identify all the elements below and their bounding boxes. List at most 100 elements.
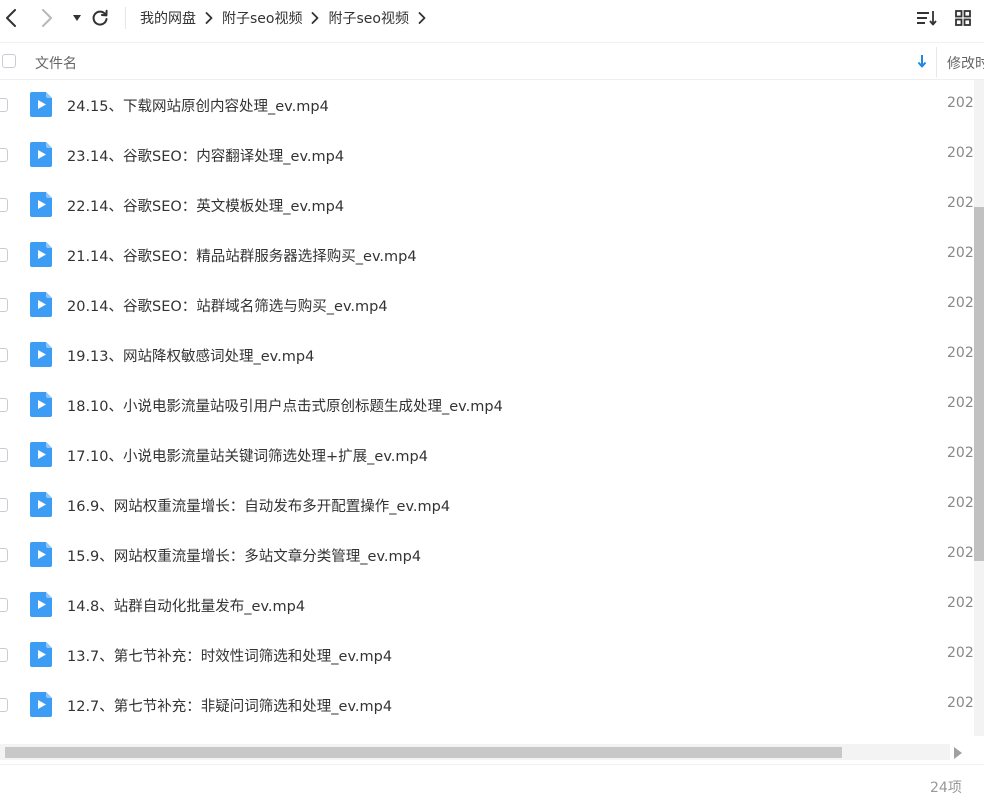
row-checkbox[interactable] bbox=[0, 348, 8, 362]
file-modified-date: 202 bbox=[947, 145, 974, 161]
file-modified-date: 202 bbox=[947, 645, 974, 661]
horizontal-scrollbar-thumb[interactable] bbox=[5, 747, 842, 758]
back-button[interactable] bbox=[0, 0, 22, 36]
file-name[interactable]: 12.7、第七节补充：非疑问词筛选和处理_ev.mp4 bbox=[67, 695, 392, 716]
file-name[interactable]: 19.13、网站降权敏感词处理_ev.mp4 bbox=[67, 345, 314, 366]
row-checkbox[interactable] bbox=[0, 298, 8, 312]
file-list: 24.15、下载网站原创内容处理_ev.mp4 202 23.14、谷歌SEO：内容… bbox=[0, 80, 974, 740]
file-row[interactable]: 21.14、谷歌SEO：精品站群服务器选择购买_ev.mp4 202 bbox=[0, 230, 974, 280]
file-name[interactable]: 24.15、下载网站原创内容处理_ev.mp4 bbox=[67, 95, 329, 116]
horizontal-scrollbar[interactable] bbox=[0, 744, 950, 760]
sort-list-icon bbox=[917, 11, 937, 26]
refresh-button[interactable] bbox=[90, 0, 110, 36]
file-modified-date: 202 bbox=[947, 545, 974, 561]
column-header-name[interactable]: 文件名 bbox=[35, 53, 77, 73]
column-header-modified[interactable]: 修改时 bbox=[947, 53, 984, 73]
file-row[interactable]: 16.9、网站权重流量增长：自动发布多开配置操作_ev.mp4 202 bbox=[0, 480, 974, 530]
file-modified-date: 202 bbox=[947, 295, 974, 311]
video-file-icon bbox=[30, 292, 52, 321]
vertical-scrollbar-thumb[interactable] bbox=[974, 206, 984, 561]
row-checkbox[interactable] bbox=[0, 148, 8, 162]
row-checkbox[interactable] bbox=[0, 398, 8, 412]
view-controls bbox=[914, 0, 976, 36]
file-name[interactable]: 18.10、小说电影流量站吸引用户点击式原创标题生成处理_ev.mp4 bbox=[67, 395, 503, 416]
file-name[interactable]: 16.9、网站权重流量增长：自动发布多开配置操作_ev.mp4 bbox=[67, 495, 450, 516]
refresh-icon bbox=[92, 9, 108, 26]
file-row[interactable]: 17.10、小说电影流量站关键词筛选处理+扩展_ev.mp4 202 bbox=[0, 430, 974, 480]
history-dropdown-button[interactable] bbox=[70, 0, 84, 36]
row-checkbox[interactable] bbox=[0, 648, 8, 662]
file-name[interactable]: 13.7、第七节补充：时效性词筛选和处理_ev.mp4 bbox=[67, 645, 392, 666]
file-row[interactable]: 14.8、站群自动化批量发布_ev.mp4 202 bbox=[0, 580, 974, 630]
file-name[interactable]: 22.14、谷歌SEO：英文模板处理_ev.mp4 bbox=[67, 195, 344, 216]
grid-view-icon bbox=[955, 10, 971, 26]
forward-button[interactable] bbox=[36, 0, 58, 36]
file-name[interactable]: 20.14、谷歌SEO：站群域名筛选与购买_ev.mp4 bbox=[67, 295, 388, 316]
row-checkbox[interactable] bbox=[0, 598, 8, 612]
video-file-icon bbox=[30, 242, 52, 271]
video-file-icon bbox=[30, 392, 52, 421]
file-modified-date: 202 bbox=[947, 595, 974, 611]
sort-descending-icon[interactable] bbox=[917, 54, 927, 68]
grid-view-button[interactable] bbox=[950, 0, 976, 36]
vertical-scrollbar[interactable] bbox=[974, 80, 984, 736]
select-all-checkbox[interactable] bbox=[2, 54, 16, 68]
file-row[interactable]: 18.10、小说电影流量站吸引用户点击式原创标题生成处理_ev.mp4 202 bbox=[0, 380, 974, 430]
sort-options-button[interactable] bbox=[914, 0, 940, 36]
file-name[interactable]: 17.10、小说电影流量站关键词筛选处理+扩展_ev.mp4 bbox=[67, 445, 428, 466]
file-modified-date: 202 bbox=[947, 345, 974, 361]
chevron-left-icon bbox=[6, 9, 16, 27]
file-row[interactable]: 19.13、网站降权敏感词处理_ev.mp4 202 bbox=[0, 330, 974, 380]
file-row[interactable]: 24.15、下载网站原创内容处理_ev.mp4 202 bbox=[0, 80, 974, 130]
breadcrumb-item-root[interactable]: 我的网盘 bbox=[140, 8, 196, 28]
row-checkbox[interactable] bbox=[0, 698, 8, 712]
column-divider[interactable] bbox=[936, 47, 937, 77]
file-modified-date: 202 bbox=[947, 195, 974, 211]
caret-down-icon bbox=[73, 15, 81, 21]
video-file-icon bbox=[30, 92, 52, 121]
toolbar-divider bbox=[125, 7, 126, 29]
file-name[interactable]: 21.14、谷歌SEO：精品站群服务器选择购买_ev.mp4 bbox=[67, 245, 417, 266]
file-row[interactable]: 22.14、谷歌SEO：英文模板处理_ev.mp4 202 bbox=[0, 180, 974, 230]
row-checkbox[interactable] bbox=[0, 448, 8, 462]
file-modified-date: 202 bbox=[947, 245, 974, 261]
breadcrumb-item-folder[interactable]: 附子seo视频 bbox=[222, 8, 302, 28]
file-row[interactable]: 23.14、谷歌SEO：内容翻译处理_ev.mp4 202 bbox=[0, 130, 974, 180]
row-checkbox[interactable] bbox=[0, 98, 8, 112]
video-file-icon bbox=[30, 342, 52, 371]
file-modified-date: 202 bbox=[947, 95, 974, 111]
file-modified-date: 202 bbox=[947, 395, 974, 411]
scroll-right-arrow-icon[interactable] bbox=[953, 746, 963, 760]
file-name[interactable]: 14.8、站群自动化批量发布_ev.mp4 bbox=[67, 595, 305, 616]
file-row[interactable]: 15.9、网站权重流量增长：多站文章分类管理_ev.mp4 202 bbox=[0, 530, 974, 580]
video-file-icon bbox=[30, 142, 52, 171]
video-file-icon bbox=[30, 642, 52, 671]
file-browser-window: 我的网盘 附子seo视频 附子seo视频 文件名 修改时 24.15、下载网站原… bbox=[0, 0, 984, 803]
file-name[interactable]: 15.9、网站权重流量增长：多站文章分类管理_ev.mp4 bbox=[67, 545, 421, 566]
video-file-icon bbox=[30, 542, 52, 571]
list-header: 文件名 修改时 bbox=[0, 42, 984, 80]
chevron-right-icon bbox=[302, 0, 328, 36]
toolbar: 我的网盘 附子seo视频 附子seo视频 bbox=[0, 0, 984, 36]
video-file-icon bbox=[30, 442, 52, 471]
breadcrumb: 我的网盘 附子seo视频 附子seo视频 bbox=[140, 0, 435, 36]
chevron-right-icon bbox=[196, 0, 222, 36]
chevron-right-icon[interactable] bbox=[409, 0, 435, 36]
file-modified-date: 202 bbox=[947, 695, 974, 711]
file-modified-date: 202 bbox=[947, 445, 974, 461]
row-checkbox[interactable] bbox=[0, 248, 8, 262]
footer-divider bbox=[0, 764, 984, 765]
video-file-icon bbox=[30, 492, 52, 521]
file-modified-date: 202 bbox=[947, 495, 974, 511]
file-row[interactable]: 13.7、第七节补充：时效性词筛选和处理_ev.mp4 202 bbox=[0, 630, 974, 680]
row-checkbox[interactable] bbox=[0, 548, 8, 562]
row-checkbox[interactable] bbox=[0, 498, 8, 512]
row-checkbox[interactable] bbox=[0, 198, 8, 212]
video-file-icon bbox=[30, 592, 52, 621]
breadcrumb-item-current[interactable]: 附子seo视频 bbox=[328, 8, 408, 28]
chevron-right-icon bbox=[42, 9, 52, 27]
file-row[interactable]: 20.14、谷歌SEO：站群域名筛选与购买_ev.mp4 202 bbox=[0, 280, 974, 330]
file-name[interactable]: 23.14、谷歌SEO：内容翻译处理_ev.mp4 bbox=[67, 145, 344, 166]
file-row[interactable]: 12.7、第七节补充：非疑问词筛选和处理_ev.mp4 202 bbox=[0, 680, 974, 730]
video-file-icon bbox=[30, 192, 52, 221]
